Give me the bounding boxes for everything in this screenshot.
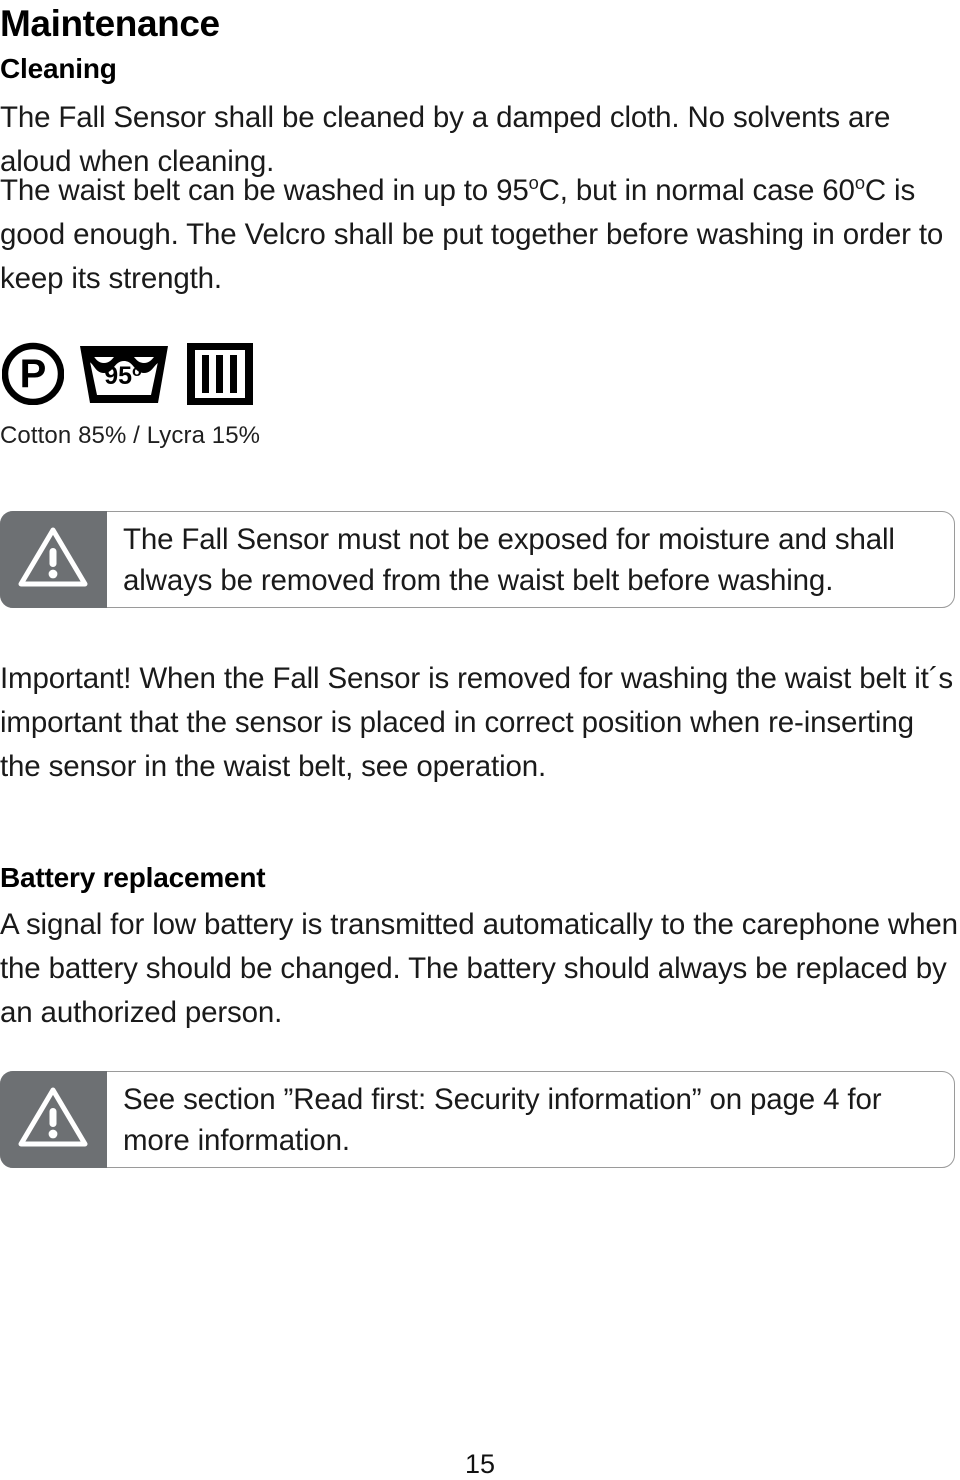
page-title: Maintenance: [0, 3, 220, 44]
warning-triangle-icon: [16, 524, 90, 595]
fabric-composition-label: Cotton 85% / Lycra 15%: [0, 422, 261, 449]
warning-triangle-icon: [16, 1084, 90, 1155]
page-number: 15: [464, 1449, 496, 1479]
paragraph-battery-replacement: A signal for low battery is transmitted …: [0, 908, 958, 1029]
warning-note-text: The Fall Sensor must not be exposed for …: [123, 522, 895, 597]
wash-tub-icon: 95o: [76, 341, 172, 414]
warning-icon-panel-2: [0, 1070, 107, 1168]
svg-text:P: P: [20, 352, 47, 396]
degree-symbol-95: o: [528, 172, 539, 194]
paragraph-washing-instructions: The waist belt can be washed in up to 95…: [0, 169, 958, 301]
wash-text-part-2: C, but in normal case 60: [538, 174, 855, 207]
drying-square-bars-icon: [184, 341, 256, 412]
section-heading-cleaning: Cleaning: [0, 53, 117, 84]
dry-clean-p-circle-icon: P: [1, 341, 65, 410]
care-symbols-row: P 95o: [1, 341, 256, 414]
paragraph-important-reinsert: Important! When the Fall Sensor is remov…: [0, 662, 953, 783]
degree-symbol-60: o: [854, 172, 865, 194]
warning-note-box-moisture: The Fall Sensor must not be exposed for …: [0, 510, 955, 608]
warning-note-box-security-reference: See section ”Read first: Security inform…: [0, 1070, 955, 1168]
warning-note-text: See section ”Read first: Security inform…: [123, 1082, 882, 1157]
wash-text-part-1: The waist belt can be washed in up to 95: [0, 174, 529, 207]
warning-icon-panel: [0, 510, 107, 608]
document-page: Maintenance Cleaning The Fall Sensor sha…: [0, 0, 960, 1480]
section-heading-battery-replacement: Battery replacement: [0, 862, 266, 893]
